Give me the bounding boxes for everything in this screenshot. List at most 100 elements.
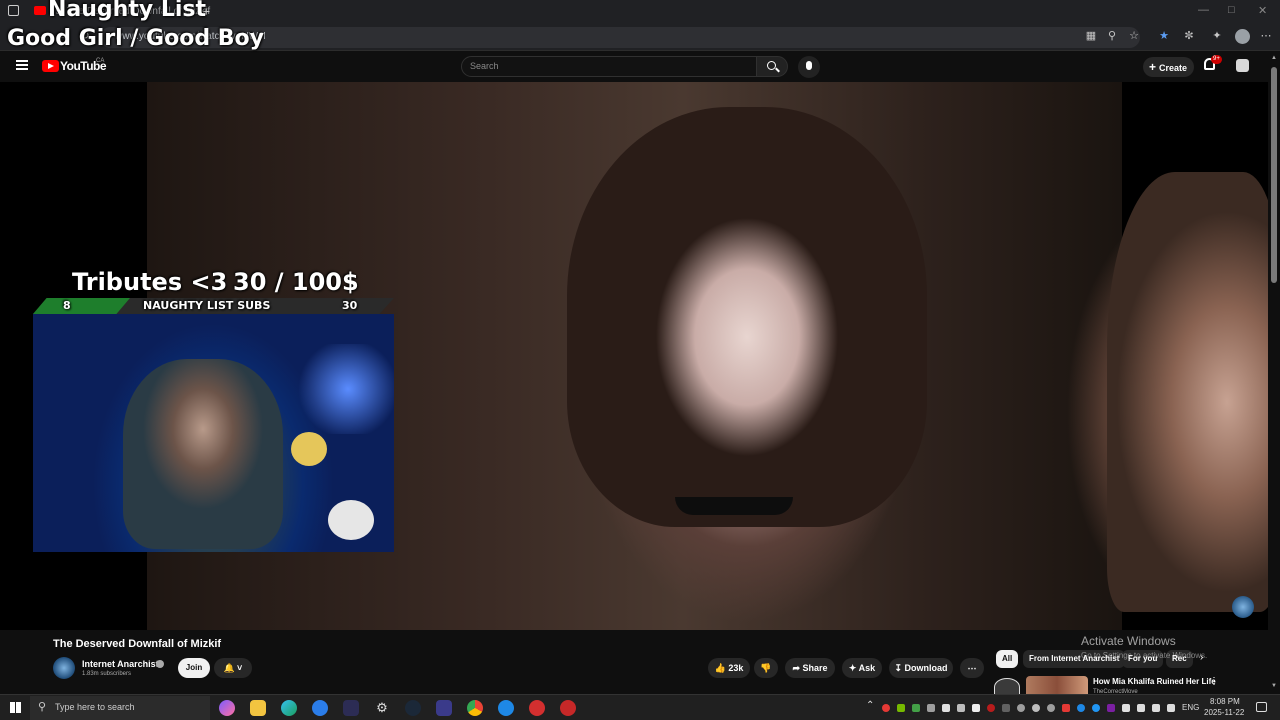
more-actions-button[interactable]: ⋯ xyxy=(960,658,984,678)
like-count: 23k xyxy=(728,663,744,673)
download-button[interactable]: ↧ Download xyxy=(889,658,953,678)
game-app-icon[interactable] xyxy=(560,700,576,716)
youtube-logo-play xyxy=(48,63,54,69)
search-input[interactable]: Search xyxy=(461,56,757,77)
tray-app-icon-12[interactable] xyxy=(1047,704,1055,712)
recommended-video-title[interactable]: How Mia Khalifa Ruined Her Life xyxy=(1093,677,1216,686)
webcam-person xyxy=(123,359,283,549)
file-explorer-icon[interactable] xyxy=(250,700,266,716)
settings-gear-icon[interactable]: ⚙ xyxy=(374,700,390,716)
download-icon: ↧ xyxy=(894,663,903,673)
white-helmet xyxy=(328,500,374,540)
channel-name[interactable]: Internet Anarchist xyxy=(82,659,159,669)
channel-avatar[interactable] xyxy=(53,657,75,679)
search-button[interactable] xyxy=(756,56,788,77)
tray-app-icon-14[interactable] xyxy=(1077,704,1085,712)
download-label: Download xyxy=(904,663,948,673)
tray-app-icon-11[interactable] xyxy=(1032,704,1040,712)
tray-green-icon[interactable] xyxy=(912,704,920,712)
video-info-area: The Deserved Downfall of Mizkif Internet… xyxy=(0,630,1268,696)
tray-app-icon-13[interactable] xyxy=(1062,704,1070,712)
subscribe-bell-button[interactable]: 🔔 ˅ xyxy=(214,658,252,678)
chip-all[interactable]: All xyxy=(996,650,1019,668)
youtube-header: YouTube CA Search + Create 9+ xyxy=(0,51,1280,82)
tray-app-icon-6[interactable] xyxy=(957,704,965,712)
notes-app-icon[interactable] xyxy=(436,700,452,716)
like-button[interactable]: 👍 23k xyxy=(708,658,750,678)
taskbar-search-placeholder: Type here to search xyxy=(55,702,135,712)
bookmark-star-icon[interactable]: ☆ xyxy=(1127,29,1141,43)
pikachu-plush xyxy=(291,432,327,466)
scroll-up-arrow-icon[interactable]: ▲ xyxy=(1271,55,1277,61)
tray-red-icon[interactable] xyxy=(882,704,890,712)
video-player[interactable]: Tributes <3 30 / 100$ 8 NAUGHTY LIST SUB… xyxy=(0,82,1268,630)
extension-icon[interactable]: ★ xyxy=(1157,29,1171,43)
recommended-more-icon[interactable]: ⋮ xyxy=(1209,676,1219,687)
tray-app-icon-5[interactable] xyxy=(942,704,950,712)
taskbar-search-box[interactable]: ⚲ Type here to search xyxy=(30,696,210,720)
zoom-icon[interactable]: ⚲ xyxy=(1105,29,1119,43)
tributes-value: 30 / 100$ xyxy=(233,268,359,296)
tributes-label: Tributes <3 xyxy=(72,268,228,296)
tray-nvidia-icon[interactable] xyxy=(897,704,905,712)
tray-app-icon-15[interactable] xyxy=(1092,704,1100,712)
create-button[interactable]: + Create xyxy=(1143,57,1194,77)
copilot-app-icon[interactable] xyxy=(219,700,235,716)
subs-count-right: 30 xyxy=(342,299,358,312)
recommended-thumbnail[interactable] xyxy=(1026,676,1088,694)
tray-app-icon-16[interactable] xyxy=(1107,704,1115,712)
page-scrollbar[interactable]: ▲ ▼ xyxy=(1268,51,1280,694)
share-button[interactable]: ➦ Share xyxy=(785,658,835,678)
tray-app-icon-20[interactable] xyxy=(1167,704,1175,712)
tray-app-icon-9[interactable] xyxy=(1002,704,1010,712)
media-app-icon[interactable] xyxy=(343,700,359,716)
language-indicator[interactable]: ENG xyxy=(1182,703,1199,712)
profile-avatar[interactable] xyxy=(1235,29,1250,44)
windows-start-icon[interactable] xyxy=(10,702,21,713)
clock-date[interactable]: 2025-11-22 xyxy=(1204,708,1244,717)
steam-icon[interactable] xyxy=(405,700,421,716)
notification-center-icon[interactable] xyxy=(1256,702,1267,712)
tray-expand-icon[interactable]: ⌃ xyxy=(866,700,874,711)
red-app-icon[interactable] xyxy=(529,700,545,716)
copilot-icon[interactable]: ✼ xyxy=(1182,29,1196,43)
join-button[interactable]: Join xyxy=(178,658,210,678)
tray-app-icon-8[interactable] xyxy=(987,704,995,712)
clock-time[interactable]: 8:08 PM xyxy=(1210,697,1240,706)
network-icon[interactable] xyxy=(1137,704,1145,712)
tray-app-icon-4[interactable] xyxy=(927,704,935,712)
speaker-icon[interactable] xyxy=(1152,704,1160,712)
dislike-button[interactable]: 👎 xyxy=(754,658,778,678)
verified-badge-icon xyxy=(156,660,164,668)
scrollbar-thumb[interactable] xyxy=(1271,67,1277,283)
voice-search-button[interactable] xyxy=(798,56,820,78)
close-icon[interactable]: ✕ xyxy=(1258,4,1267,17)
ask-label: Ask xyxy=(858,663,876,673)
good-girl-good-boy: Good Girl / Good Boy xyxy=(7,26,264,51)
bell-icon: 🔔 xyxy=(223,663,235,673)
account-avatar[interactable] xyxy=(1236,59,1249,72)
puzzle-extensions-icon[interactable]: ✦ xyxy=(1210,29,1224,43)
edge-browser-icon[interactable] xyxy=(281,700,297,716)
edge-dev-icon[interactable] xyxy=(312,700,328,716)
subs-label: NAUGHTY LIST SUBS xyxy=(143,299,271,312)
minimize-icon[interactable]: — xyxy=(1198,4,1209,16)
maximize-icon[interactable]: □ xyxy=(1228,4,1235,16)
tray-app-icon-17[interactable] xyxy=(1122,704,1130,712)
app-available-icon[interactable]: ▦ xyxy=(1084,29,1098,43)
chrome-icon[interactable] xyxy=(467,700,483,716)
streamer-figure xyxy=(567,107,927,527)
activate-windows-subtext: Go to Settings to activate Windows. xyxy=(1081,651,1208,660)
scroll-down-arrow-icon[interactable]: ▼ xyxy=(1271,683,1277,689)
youtube-tab-favicon xyxy=(34,6,46,15)
choker xyxy=(675,497,793,515)
window-menu-icon[interactable] xyxy=(8,5,19,16)
chevron-down-icon: ˅ xyxy=(236,663,243,673)
windows-taskbar: ⚲ Type here to search ⚙ ⌃ ENG 8:08 PM 20… xyxy=(0,694,1280,720)
tray-app-icon-10[interactable] xyxy=(1017,704,1025,712)
more-menu-icon[interactable]: ⋯ xyxy=(1259,29,1273,43)
tray-app-icon-7[interactable] xyxy=(972,704,980,712)
ask-button[interactable]: ✦ Ask xyxy=(842,658,882,678)
channel-watermark-icon[interactable] xyxy=(1232,596,1254,618)
edge-beta-icon[interactable] xyxy=(498,700,514,716)
